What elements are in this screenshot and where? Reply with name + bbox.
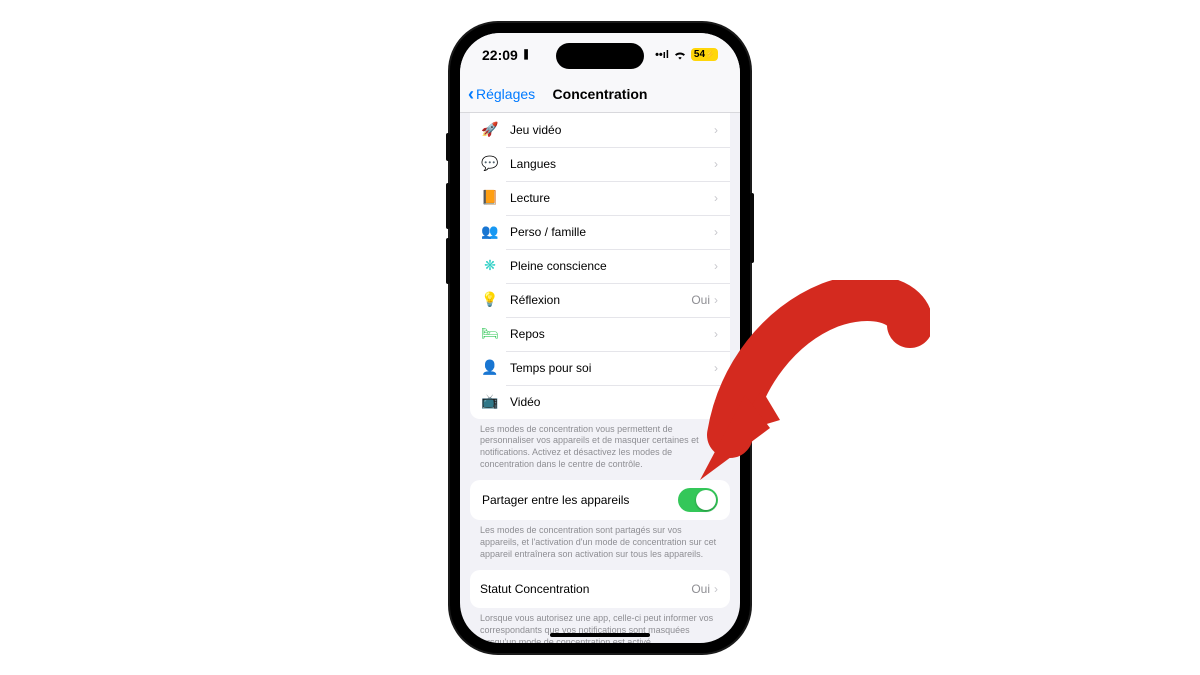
focus-mode-label: Perso / famille xyxy=(510,225,714,239)
chevron-right-icon: › xyxy=(714,259,718,273)
wifi-icon xyxy=(673,47,687,63)
chevron-right-icon: › xyxy=(714,225,718,239)
back-label: Réglages xyxy=(476,86,535,102)
focus-mode-row[interactable]: 📙 Lecture› xyxy=(470,181,730,215)
focus-mode-label: Temps pour soi xyxy=(510,361,714,375)
focus-mode-label: Lecture xyxy=(510,191,714,205)
cellular-icon: ••ıl xyxy=(655,49,669,61)
dynamic-island xyxy=(556,43,644,69)
focus-status-value: Oui xyxy=(691,582,710,596)
footer-text-modes: Les modes de concentration vous permette… xyxy=(460,419,740,481)
chevron-right-icon: › xyxy=(714,395,718,409)
status-time: 22:09 xyxy=(482,47,518,63)
lightbulb-icon: 💡 xyxy=(480,290,500,310)
back-button[interactable]: ‹ Réglages xyxy=(468,84,535,105)
content: 🚀Jeu vidéo›💬Langues›📙Lecture›👥Perso / fa… xyxy=(460,113,740,643)
volume-button xyxy=(446,238,450,284)
page-title: Concentration xyxy=(553,86,648,102)
footer-text-status: Lorsque vous autorisez une app, celle-ci… xyxy=(460,608,740,642)
tv-icon: 📺 xyxy=(480,392,500,412)
share-devices-row[interactable]: Partager entre les appareils xyxy=(470,480,730,520)
focus-mode-label: Pleine conscience xyxy=(510,259,714,273)
focus-status-group: Statut Concentration Oui › xyxy=(470,570,730,608)
speech-bubble-icon: 💬 xyxy=(480,154,500,174)
chevron-right-icon: › xyxy=(714,157,718,171)
focus-status-row[interactable]: Statut Concentration Oui › xyxy=(470,570,730,608)
focus-mode-row[interactable]: 📺 Vidéo› xyxy=(470,385,730,419)
focus-mode-value: Oui xyxy=(691,293,710,307)
phone-frame: 22:09 ❚ ••ıl 54⚡ ‹ Réglages Concentratio… xyxy=(450,23,750,653)
chevron-right-icon: › xyxy=(714,361,718,375)
chevron-right-icon: › xyxy=(714,191,718,205)
focus-mode-label: Réflexion xyxy=(510,293,691,307)
focus-mode-row[interactable]: 💡 RéflexionOui › xyxy=(470,283,730,317)
focus-mode-row[interactable]: 🛏 Repos› xyxy=(470,317,730,351)
chevron-right-icon: › xyxy=(714,582,718,596)
focus-status-label: Statut Concentration xyxy=(480,582,691,596)
mindfulness-icon: ❋ xyxy=(480,256,500,276)
focus-mode-label: Langues xyxy=(510,157,714,171)
footer-text-share: Les modes de concentration sont partagés… xyxy=(460,520,740,570)
volume-button xyxy=(446,133,450,161)
focus-mode-row[interactable]: 🚀 Jeu vidéo› xyxy=(470,113,730,147)
focus-mode-row[interactable]: ❋ Pleine conscience› xyxy=(470,249,730,283)
chevron-right-icon: › xyxy=(714,123,718,137)
side-button xyxy=(750,193,754,263)
book-icon: 📙 xyxy=(480,188,500,208)
home-indicator[interactable] xyxy=(550,633,650,637)
chevron-left-icon: ‹ xyxy=(468,84,474,105)
volume-button xyxy=(446,183,450,229)
focus-mode-label: Vidéo xyxy=(510,395,714,409)
share-devices-label: Partager entre les appareils xyxy=(482,493,629,507)
person-icon: 👤 xyxy=(480,358,500,378)
focus-mode-label: Repos xyxy=(510,327,714,341)
chevron-right-icon: › xyxy=(714,327,718,341)
focus-indicator-icon: ❚ xyxy=(522,49,530,60)
people-icon: 👥 xyxy=(480,222,500,242)
chevron-right-icon: › xyxy=(714,293,718,307)
focus-mode-row[interactable]: 👥 Perso / famille› xyxy=(470,215,730,249)
share-devices-group: Partager entre les appareils xyxy=(470,480,730,520)
focus-modes-list: 🚀Jeu vidéo›💬Langues›📙Lecture›👥Perso / fa… xyxy=(470,113,730,419)
focus-mode-label: Jeu vidéo xyxy=(510,123,714,137)
rocket-icon: 🚀 xyxy=(480,120,500,140)
screen: 22:09 ❚ ••ıl 54⚡ ‹ Réglages Concentratio… xyxy=(460,33,740,643)
nav-bar: ‹ Réglages Concentration xyxy=(460,77,740,113)
battery-badge: 54⚡ xyxy=(691,48,718,61)
focus-mode-row[interactable]: 💬 Langues› xyxy=(470,147,730,181)
focus-mode-row[interactable]: 👤 Temps pour soi› xyxy=(470,351,730,385)
share-devices-toggle[interactable] xyxy=(678,488,718,512)
bed-icon: 🛏 xyxy=(480,324,500,344)
